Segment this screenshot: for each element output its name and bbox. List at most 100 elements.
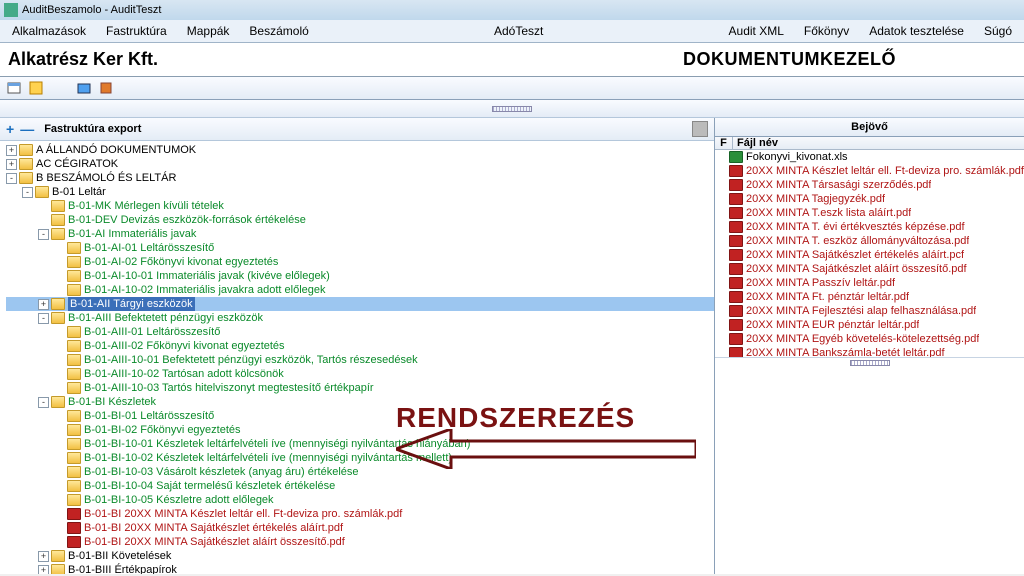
file-row[interactable]: 20XX MINTA Készlet leltár ell. Ft-deviza…: [715, 164, 1024, 178]
tree-row[interactable]: B-01-AI-01 Leltárösszesítő: [6, 241, 714, 255]
tree-row[interactable]: -B-01-AI Immateriális javak: [6, 227, 714, 241]
expand-all-icon[interactable]: +: [6, 121, 14, 137]
right-splitter[interactable]: [715, 357, 1024, 368]
toolbar-icon-1[interactable]: [6, 80, 22, 96]
tree-label: B-01-BI-10-02 Készletek leltárfelvételi …: [84, 451, 452, 465]
tree-label: B BESZÁMOLÓ ÉS LELTÁR: [36, 171, 176, 185]
tree-row[interactable]: B-01-BI-01 Leltárösszesítő: [6, 409, 714, 423]
file-row[interactable]: 20XX MINTA T.eszk lista aláírt.pdf: [715, 206, 1024, 220]
menu-adatok[interactable]: Adatok tesztelése: [861, 22, 972, 40]
tree-row[interactable]: B-01-BI-10-04 Saját termelésű készletek …: [6, 479, 714, 493]
tree-label: B-01-AIII-01 Leltárösszesítő: [84, 325, 220, 339]
file-name: 20XX MINTA Passzív leltár.pdf: [746, 277, 895, 289]
tree-row[interactable]: B-01-AIII-01 Leltárösszesítő: [6, 325, 714, 339]
tree-row[interactable]: B-01-BI-10-01 Készletek leltárfelvételi …: [6, 437, 714, 451]
tree-row[interactable]: +B-01-BIII Értékpapírok: [6, 563, 714, 574]
file-row[interactable]: 20XX MINTA EUR pénztár leltár.pdf: [715, 318, 1024, 332]
copy-icon[interactable]: [692, 121, 708, 137]
folder-icon: [67, 326, 81, 338]
menu-fokonyv[interactable]: Főkönyv: [796, 22, 857, 40]
tree-row[interactable]: B-01-AI-02 Főkönyvi kivonat egyeztetés: [6, 255, 714, 269]
menu-fastruktura[interactable]: Fastruktúra: [98, 22, 175, 40]
tree-row[interactable]: - B BESZÁMOLÓ ÉS LELTÁR: [6, 171, 714, 185]
tree-label: B-01-BI-10-05 Készletre adott előlegek: [84, 493, 274, 507]
tree-row[interactable]: B-01-BI-10-05 Készletre adott előlegek: [6, 493, 714, 507]
tree-row[interactable]: B-01-BI-10-02 Készletek leltárfelvételi …: [6, 451, 714, 465]
menu-adoteszt[interactable]: AdóTeszt: [486, 22, 551, 40]
tree-row[interactable]: B-01-AIII-10-02 Tartósan adott kölcsönök: [6, 367, 714, 381]
menu-auditxml[interactable]: Audit XML: [721, 22, 792, 40]
tree-row[interactable]: B-01-BI-10-03 Vásárolt készletek (anyag …: [6, 465, 714, 479]
menu-alkalmazasok[interactable]: Alkalmazások: [4, 22, 94, 40]
tree-row[interactable]: B-01-AI-10-02 Immateriális javakra adott…: [6, 283, 714, 297]
file-row[interactable]: 20XX MINTA T. évi értékvesztés képzése.p…: [715, 220, 1024, 234]
file-row[interactable]: 20XX MINTA Ft. pénztár leltár.pdf: [715, 290, 1024, 304]
toolbar-icon-4[interactable]: [98, 80, 114, 96]
tree-row[interactable]: B-01-DEV Devizás eszközök-források érték…: [6, 213, 714, 227]
expander-icon[interactable]: +: [38, 551, 49, 562]
file-name: 20XX MINTA Tagjegyzék.pdf: [746, 193, 885, 205]
menu-sugo[interactable]: Súgó: [976, 22, 1020, 40]
expander-icon[interactable]: +: [38, 299, 49, 310]
tree-row[interactable]: - B-01-BI Készletek: [6, 395, 714, 409]
expander-icon[interactable]: +: [6, 145, 17, 156]
tree-row[interactable]: B-01-AIII-10-03 Tartós hitelviszonyt meg…: [6, 381, 714, 395]
folder-icon: [19, 144, 33, 156]
expander-icon[interactable]: -: [38, 397, 49, 408]
tree-row[interactable]: B-01-AIII-10-01 Befektetett pénzügyi esz…: [6, 353, 714, 367]
pdf-icon: [729, 333, 743, 345]
right-tab[interactable]: Bejövő: [715, 118, 1024, 137]
file-row[interactable]: 20XX MINTA Passzív leltár.pdf: [715, 276, 1024, 290]
expander-icon[interactable]: -: [6, 173, 17, 184]
file-row[interactable]: 20XX MINTA Sajátkészlet aláírt összesítő…: [715, 262, 1024, 276]
tree-body[interactable]: +A ÁLLANDÓ DOKUMENTUMOK+AC CÉGIRATOK-B B…: [0, 141, 714, 574]
tree-row[interactable]: +B-01-AII Tárgyi eszközök: [6, 297, 714, 311]
folder-icon: [67, 242, 81, 254]
tree-row[interactable]: B-01-BI 20XX MINTA Készlet leltár ell. F…: [6, 507, 714, 521]
tree-row[interactable]: B-01-BI-02 Főkönyvi egyeztetés: [6, 423, 714, 437]
file-row[interactable]: 20XX MINTA Bankszámla-betét leltár.pdf: [715, 346, 1024, 357]
tree-row[interactable]: + AC CÉGIRATOK: [6, 157, 714, 171]
folder-icon: [51, 228, 65, 240]
pdf-icon: [729, 221, 743, 233]
col-name[interactable]: Fájl név: [733, 137, 1024, 149]
tree-label: B-01-AIII Befektetett pénzügyi eszközök: [68, 311, 263, 325]
col-f[interactable]: F: [715, 137, 733, 149]
folder-icon: [19, 172, 33, 184]
tree-row[interactable]: +A ÁLLANDÓ DOKUMENTUMOK: [6, 143, 714, 157]
file-row[interactable]: 20XX MINTA Egyéb követelés-kötelezettség…: [715, 332, 1024, 346]
company-name: Alkatrész Ker Kft.: [8, 49, 158, 70]
tree-row[interactable]: B-01-MK Mérlegen kívüli tételek: [6, 199, 714, 213]
tree-row[interactable]: B-01-BI 20XX MINTA Sajátkészlet értékelé…: [6, 521, 714, 535]
file-row[interactable]: 20XX MINTA Tagjegyzék.pdf: [715, 192, 1024, 206]
expander-icon[interactable]: -: [22, 187, 33, 198]
expander-icon[interactable]: +: [6, 159, 17, 170]
tree-row[interactable]: +B-01-BII Követelések: [6, 549, 714, 563]
folder-icon: [67, 284, 81, 296]
tree-row[interactable]: B-01-AI-10-01 Immateriális javak (kivéve…: [6, 269, 714, 283]
folder-icon: [67, 438, 81, 450]
toolbar-icon-3[interactable]: [76, 80, 92, 96]
tree-row[interactable]: B-01-AIII-02 Főkönyvi kivonat egyeztetés: [6, 339, 714, 353]
file-row[interactable]: 20XX MINTA Fejlesztési alap felhasználás…: [715, 304, 1024, 318]
tree-label: AC CÉGIRATOK: [36, 157, 118, 171]
tree-row[interactable]: B-01-BI 20XX MINTA Sajátkészlet aláírt ö…: [6, 535, 714, 549]
tree-row[interactable]: - B-01-AIII Befektetett pénzügyi eszközök: [6, 311, 714, 325]
tree-label: B-01-BI-10-01 Készletek leltárfelvételi …: [84, 437, 470, 451]
menu-mappak[interactable]: Mappák: [179, 22, 238, 40]
tree-label: B-01-BI Készletek: [68, 395, 156, 409]
file-list[interactable]: Fokonyvi_kivonat.xls20XX MINTA Készlet l…: [715, 150, 1024, 357]
menu-beszamolo[interactable]: Beszámoló: [241, 22, 316, 40]
tree-label: B-01-MK Mérlegen kívüli tételek: [68, 199, 224, 213]
collapse-all-icon[interactable]: —: [20, 121, 34, 137]
file-row[interactable]: Fokonyvi_kivonat.xls: [715, 150, 1024, 164]
expander-icon[interactable]: -: [38, 313, 49, 324]
file-row[interactable]: 20XX MINTA T. eszköz állományváltozása.p…: [715, 234, 1024, 248]
file-row[interactable]: 20XX MINTA Társasági szerződés.pdf: [715, 178, 1024, 192]
toolbar-icon-2[interactable]: [28, 80, 44, 96]
splitter-grip[interactable]: [492, 106, 532, 112]
file-row[interactable]: 20XX MINTA Sajátkészlet értékelés aláírt…: [715, 248, 1024, 262]
expander-icon[interactable]: -: [38, 229, 49, 240]
tree-row[interactable]: -B-01 Leltár: [6, 185, 714, 199]
expander-icon[interactable]: +: [38, 565, 49, 575]
